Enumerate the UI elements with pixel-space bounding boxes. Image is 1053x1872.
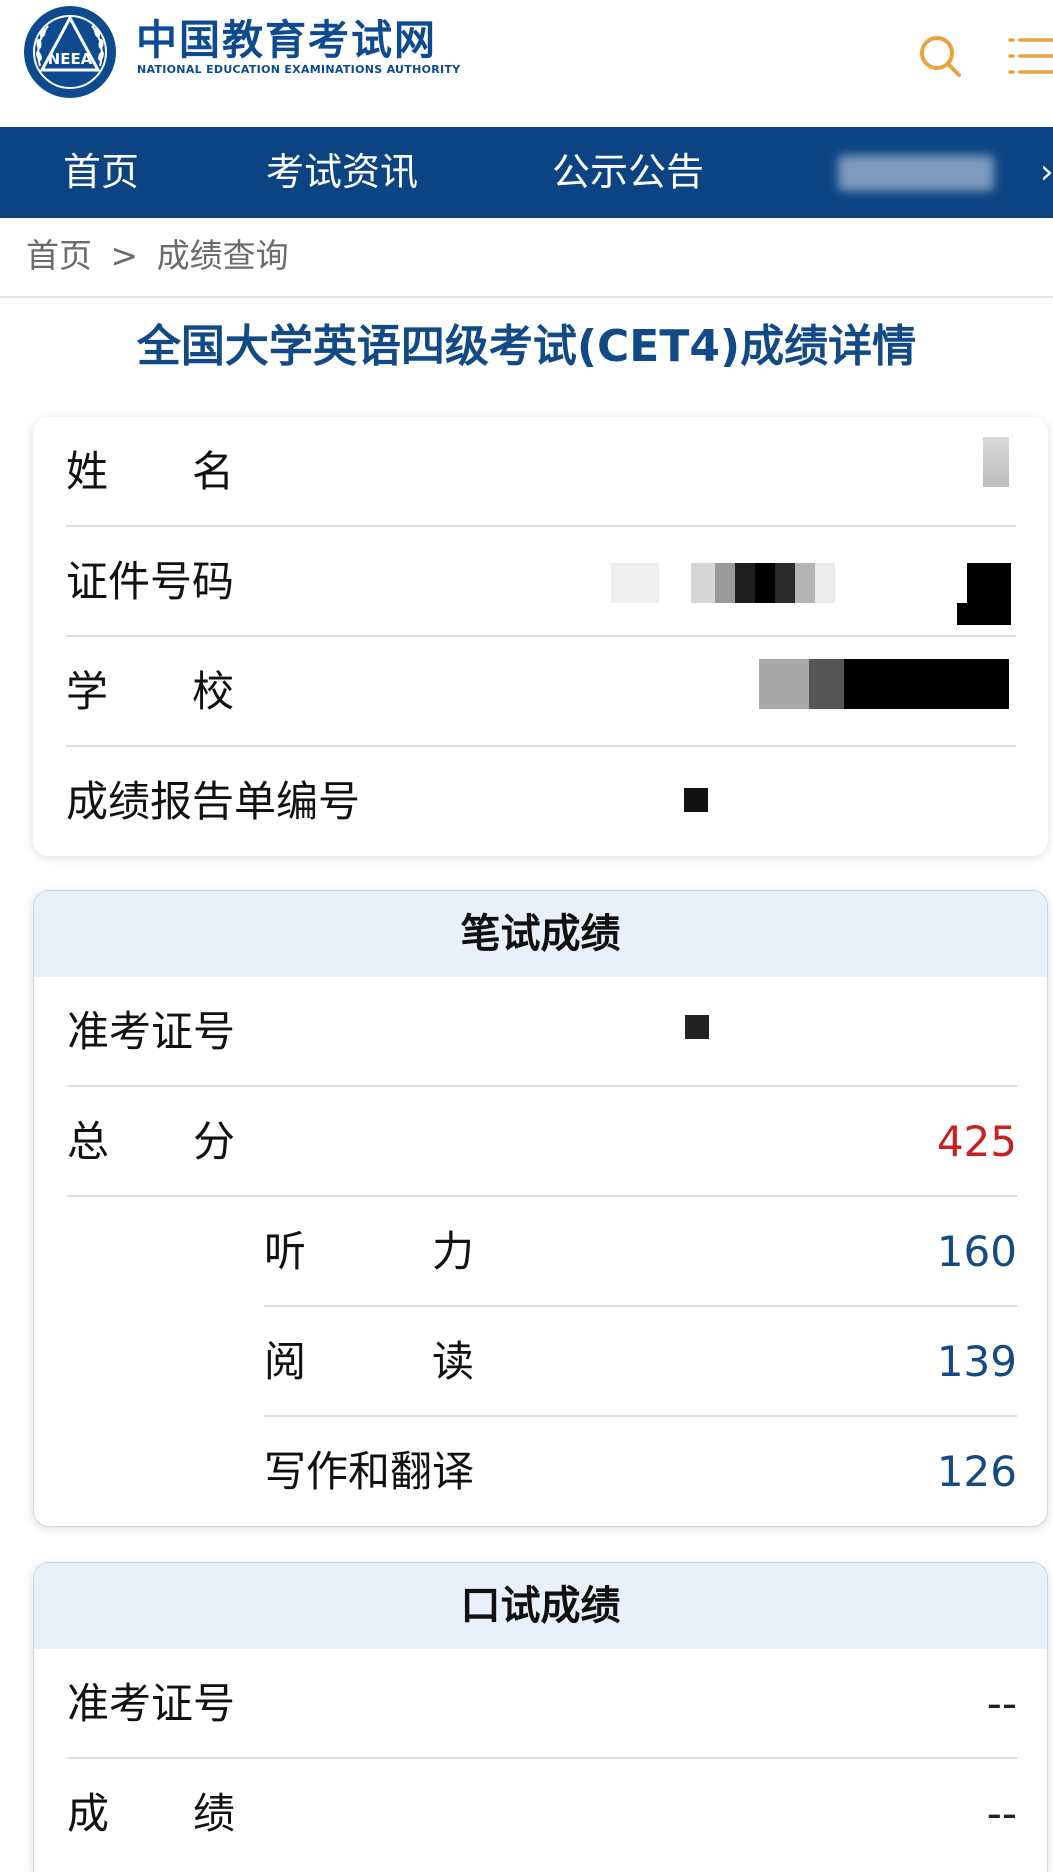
listening-label: 听 力 [264,1227,475,1276]
oral-ticket-value: -- [986,1679,1017,1728]
nav-item-blurred[interactable] [838,127,994,218]
neea-emblem-icon[interactable]: NEEA [22,4,118,100]
nav-more-chevron[interactable]: › [1040,127,1053,218]
report-number-label: 成绩报告单编号 [66,777,361,826]
listening-score-value: 160 [936,1227,1017,1276]
listening-score-row: 听 力 160 [264,1197,1047,1307]
breadcrumb-current: 成绩查询 [156,236,289,275]
info-row-name: 姓 名 [66,417,1048,527]
report-number-redaction [684,788,708,812]
info-row-report-number: 成绩报告单编号 [66,747,1048,856]
breadcrumb-home[interactable]: 首页 [26,236,92,275]
nav-item-announcements[interactable]: 公示公告 [552,127,704,218]
school-label: 学 校 [66,667,235,716]
oral-ticket-row: 准考证号 -- [67,1649,1047,1759]
breadcrumb: 首页 > 成绩查询 [26,232,297,280]
writing-translation-score-value: 126 [936,1447,1017,1496]
oral-score-label: 成 绩 [67,1789,236,1838]
menu-icon[interactable] [1006,34,1053,78]
reading-score-row: 阅 读 139 [264,1307,1047,1417]
written-ticket-row: 准考证号 [67,977,1047,1087]
school-redaction [759,659,1009,709]
candidate-info-card: 姓 名 证件号码 学 校 成绩报告单编号 [33,417,1048,856]
name-label: 姓 名 [66,447,235,496]
oral-ticket-label: 准考证号 [67,1679,236,1728]
breadcrumb-divider [0,296,1053,298]
writing-translation-score-row: 写作和翻译 126 [264,1417,1047,1526]
written-ticket-label: 准考证号 [67,1007,236,1056]
written-score-card: 笔试成绩 准考证号 总 分 425 听 力 160 阅 读 139 写作和翻译 … [33,890,1048,1527]
ticket-number-redaction [685,1015,709,1039]
brand-name-cn[interactable]: 中国教育考试网 [136,16,437,64]
oral-score-row: 成 绩 -- [67,1759,1047,1869]
total-score-row: 总 分 425 [67,1087,1047,1197]
logo-initials: NEEA [48,50,93,68]
info-row-id-number: 证件号码 [66,527,1048,637]
oral-score-value: -- [986,1789,1017,1838]
info-row-school: 学 校 [66,637,1048,747]
writing-translation-label: 写作和翻译 [264,1447,475,1496]
reading-label: 阅 读 [264,1337,475,1386]
reading-score-value: 139 [936,1337,1017,1386]
total-score-value: 425 [936,1117,1017,1166]
written-score-heading: 笔试成绩 [34,891,1047,977]
site-header: NEEA 中国教育考试网 NATIONAL EDUCATION EXAMINAT… [0,0,1053,127]
total-score-label: 总 分 [67,1117,236,1166]
oral-score-heading: 口试成绩 [34,1563,1047,1649]
oral-score-card: 口试成绩 准考证号 -- 成 绩 -- [33,1562,1048,1872]
page-title: 全国大学英语四级考试(CET4)成绩详情 [136,321,917,372]
name-redaction [983,437,1009,487]
main-nav: 首页 考试资讯 公示公告 › [0,127,1053,218]
nav-item-home[interactable]: 首页 [63,127,139,218]
id-number-redaction [611,563,1011,603]
nav-item-exam-news[interactable]: 考试资讯 [266,127,418,218]
id-number-redaction-2 [957,603,1011,625]
breadcrumb-separator: > [110,236,139,275]
id-number-label: 证件号码 [66,557,235,606]
brand-name-en: NATIONAL EDUCATION EXAMINATIONS AUTHORIT… [137,63,461,76]
search-icon[interactable] [916,32,964,80]
